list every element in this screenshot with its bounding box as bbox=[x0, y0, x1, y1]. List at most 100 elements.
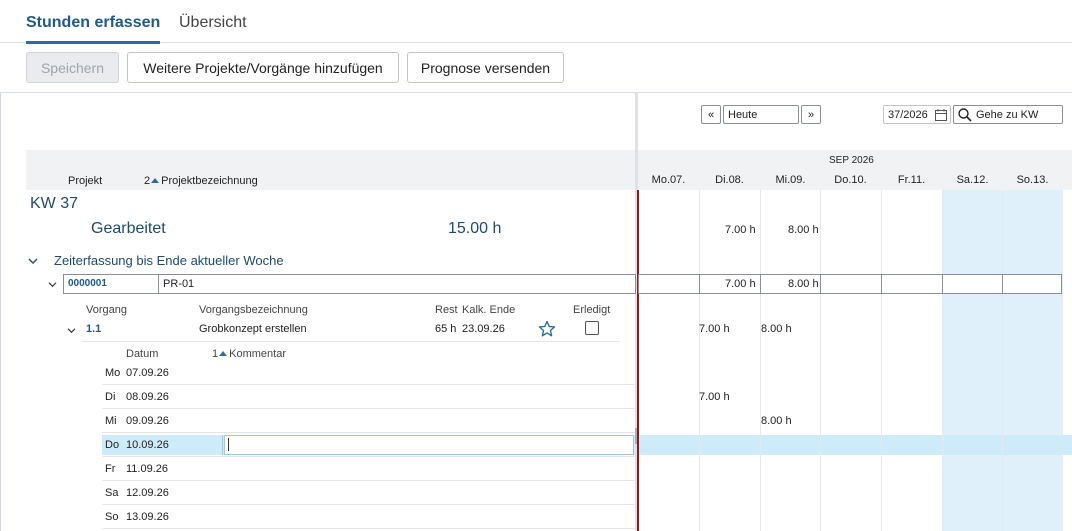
star-icon[interactable] bbox=[538, 320, 556, 338]
day-hours-wed: 8.00 h bbox=[761, 415, 792, 427]
text-cursor bbox=[228, 438, 229, 451]
week-input[interactable]: 37/2026 bbox=[883, 105, 951, 124]
worked-label: Gearbeitet bbox=[91, 220, 166, 237]
day-header-tue: Di.08. bbox=[715, 174, 744, 186]
day-row-date: 13.09.26 bbox=[126, 511, 169, 523]
search-icon bbox=[958, 108, 972, 122]
chevron-down-icon[interactable] bbox=[48, 281, 57, 288]
task-hours-wed: 8.00 h bbox=[761, 323, 792, 335]
left-border bbox=[0, 93, 1, 531]
chevron-down-icon[interactable] bbox=[67, 327, 76, 334]
day-header-sat: Sa.12. bbox=[956, 174, 989, 186]
grid-line bbox=[942, 190, 943, 531]
row-separator bbox=[102, 528, 635, 529]
header-calc-end: Kalk. Ende bbox=[462, 304, 516, 316]
cell-divider bbox=[820, 274, 821, 294]
day-row-weekday: Di bbox=[105, 391, 116, 403]
day-row-date: 09.09.26 bbox=[126, 415, 169, 427]
worked-tue: 7.00 h bbox=[725, 224, 756, 236]
day-hours-tue: 7.00 h bbox=[699, 391, 730, 403]
tab-bar: Stunden erfassen Übersicht bbox=[0, 0, 1072, 44]
task-name: Grobkonzept erstellen bbox=[199, 323, 307, 335]
header-project-name-label: Projektbezeichnung bbox=[161, 175, 258, 187]
project-hours-wed: 8.00 h bbox=[788, 278, 819, 290]
day-row-date: 11.09.26 bbox=[126, 463, 169, 475]
day-header-thu: Do.10. bbox=[834, 174, 867, 186]
day-row-weekday: Fr bbox=[105, 463, 116, 475]
task-end: 23.09.26 bbox=[462, 323, 505, 335]
day-row-weekday: Sa bbox=[105, 487, 119, 499]
day-row-weekday: So bbox=[105, 511, 119, 523]
today-field[interactable]: Heute bbox=[723, 105, 799, 124]
row-separator bbox=[102, 408, 635, 409]
comment-input[interactable] bbox=[224, 435, 634, 455]
month-label: SEP 2026 bbox=[829, 155, 874, 166]
row-separator bbox=[102, 504, 635, 505]
day-row-date: 07.09.26 bbox=[126, 367, 169, 379]
cell-divider bbox=[158, 274, 159, 294]
header-task-name: Vorgangsbezeichnung bbox=[199, 304, 308, 316]
day-row-date: 10.09.26 bbox=[126, 439, 169, 451]
group-title: Zeiterfassung bis Ende aktueller Woche bbox=[54, 253, 284, 268]
worked-wed: 8.00 h bbox=[788, 224, 819, 236]
sort-asc-icon bbox=[151, 178, 160, 184]
day-header-wed: Mi.09. bbox=[775, 174, 806, 186]
project-name: PR-01 bbox=[163, 278, 195, 290]
cell-divider bbox=[760, 274, 761, 294]
done-checkbox[interactable] bbox=[585, 321, 599, 335]
row-separator bbox=[82, 341, 620, 342]
day-header-mon: Mo.07. bbox=[651, 174, 686, 186]
sort-asc-icon bbox=[219, 351, 228, 357]
tab-uebersicht[interactable]: Übersicht bbox=[179, 14, 247, 32]
grid-line bbox=[1002, 190, 1003, 531]
prev-week-button[interactable]: « bbox=[701, 105, 721, 124]
task-rest: 65 h bbox=[435, 323, 457, 335]
row-separator bbox=[102, 432, 635, 433]
goto-week-label: Gehe zu KW bbox=[976, 108, 1039, 121]
header-comment-label: Kommentar bbox=[229, 348, 286, 360]
grid-line bbox=[820, 190, 821, 531]
today-line bbox=[637, 190, 639, 531]
header-project-name[interactable]: 2 Projektbezeichnung bbox=[144, 175, 258, 187]
project-column-header bbox=[26, 150, 635, 190]
calendar-icon[interactable] bbox=[935, 109, 947, 121]
add-projects-button[interactable]: Weitere Projekte/Vorgänge hinzufügen bbox=[127, 52, 399, 83]
day-header-fri: Fr.11. bbox=[897, 174, 926, 186]
save-button[interactable]: Speichern bbox=[26, 52, 119, 83]
week-label: KW 37 bbox=[30, 195, 79, 212]
header-project[interactable]: Projekt bbox=[68, 175, 102, 187]
project-row[interactable] bbox=[63, 274, 636, 294]
row-separator bbox=[102, 384, 635, 385]
day-header-sun: So.13. bbox=[1016, 174, 1049, 186]
grid-line bbox=[699, 190, 700, 531]
row-separator bbox=[102, 456, 635, 457]
project-hours-row bbox=[638, 274, 1062, 294]
toolbar: Speichern Weitere Projekte/Vorgänge hinz… bbox=[0, 43, 1072, 93]
project-number-link[interactable]: 0000001 bbox=[68, 278, 107, 289]
chevron-down-icon[interactable] bbox=[28, 257, 38, 265]
header-rest: Rest bbox=[435, 304, 458, 316]
week-input-value: 37/2026 bbox=[888, 108, 928, 121]
day-row-weekday: Do bbox=[105, 439, 120, 451]
grid-line bbox=[760, 190, 761, 531]
comment-sort-index: 1 bbox=[212, 348, 219, 360]
task-hours-tue: 7.00 h bbox=[699, 323, 730, 335]
cell-divider bbox=[1002, 274, 1003, 294]
task-id-link[interactable]: 1.1 bbox=[86, 323, 101, 335]
send-forecast-button[interactable]: Prognose versenden bbox=[407, 52, 564, 83]
project-hours-tue: 7.00 h bbox=[725, 278, 756, 290]
header-comment[interactable]: 1 Kommentar bbox=[212, 348, 286, 360]
day-row-date: 08.09.26 bbox=[126, 391, 169, 403]
header-task: Vorgang bbox=[86, 304, 127, 316]
next-week-button[interactable]: » bbox=[801, 105, 821, 124]
cell-divider bbox=[942, 274, 943, 294]
goto-week-button[interactable]: Gehe zu KW bbox=[953, 105, 1063, 124]
grid-line bbox=[881, 190, 882, 531]
cell-divider bbox=[699, 274, 700, 294]
day-row-weekday: Mo bbox=[105, 367, 121, 379]
tab-stunden-erfassen[interactable]: Stunden erfassen bbox=[26, 14, 161, 44]
header-date: Datum bbox=[126, 348, 159, 360]
row-separator bbox=[102, 480, 635, 481]
cell-divider bbox=[881, 274, 882, 294]
sort-index: 2 bbox=[144, 175, 151, 187]
